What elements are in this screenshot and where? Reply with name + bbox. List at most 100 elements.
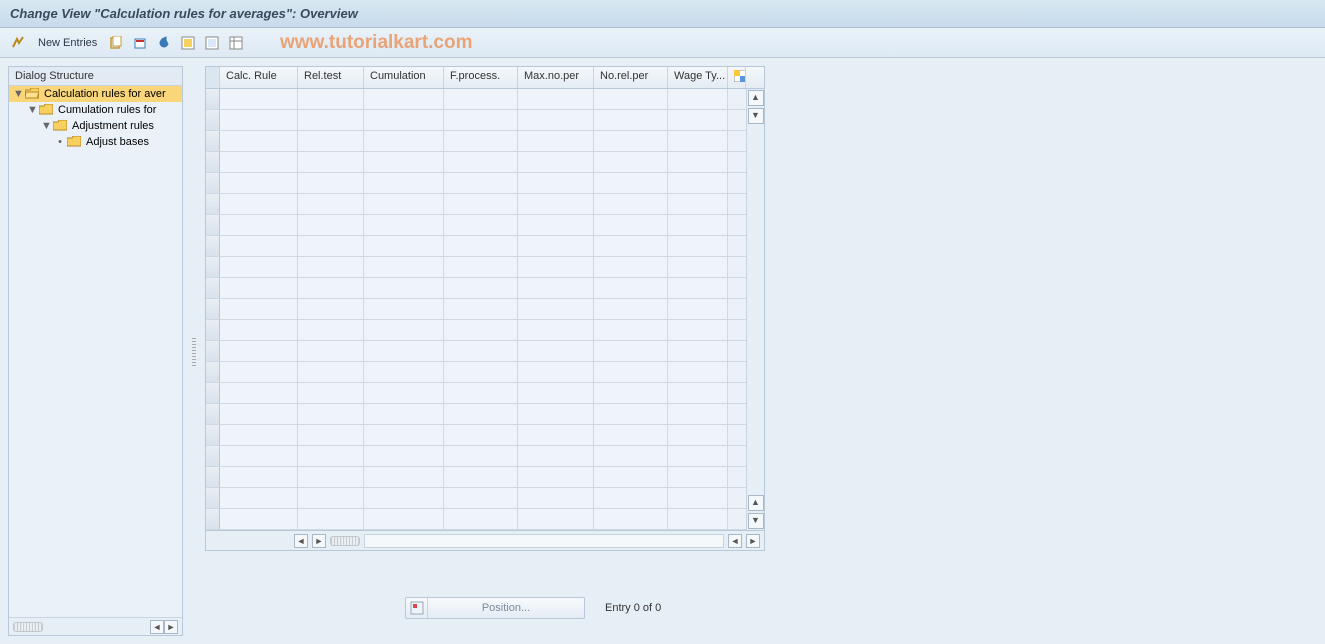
cell[interactable] [364, 257, 444, 277]
cell[interactable] [518, 341, 594, 361]
cell[interactable] [668, 467, 728, 487]
cell[interactable] [444, 320, 518, 340]
cell[interactable] [444, 215, 518, 235]
scroll-up2-icon[interactable]: ▲ [748, 495, 764, 511]
cell[interactable] [594, 383, 668, 403]
cell[interactable] [444, 110, 518, 130]
cell[interactable] [668, 446, 728, 466]
cell[interactable] [220, 488, 298, 508]
row-selector[interactable] [206, 509, 220, 529]
vscroll-track[interactable] [747, 125, 764, 494]
cell[interactable] [444, 278, 518, 298]
cell[interactable] [518, 215, 594, 235]
cell[interactable] [594, 299, 668, 319]
cell[interactable] [298, 89, 364, 109]
cell[interactable] [668, 236, 728, 256]
cell[interactable] [364, 362, 444, 382]
cell[interactable] [298, 110, 364, 130]
cell[interactable] [364, 446, 444, 466]
cell[interactable] [518, 362, 594, 382]
cell[interactable] [518, 383, 594, 403]
hscroll-track[interactable] [364, 534, 724, 548]
cell[interactable] [220, 257, 298, 277]
cell[interactable] [594, 488, 668, 508]
cell[interactable] [220, 446, 298, 466]
cell[interactable] [518, 320, 594, 340]
cell[interactable] [220, 152, 298, 172]
cell[interactable] [668, 425, 728, 445]
row-selector[interactable] [206, 320, 220, 340]
expander-icon[interactable]: ▼ [27, 104, 37, 116]
row-selector[interactable] [206, 278, 220, 298]
cell[interactable] [220, 173, 298, 193]
cell[interactable] [220, 194, 298, 214]
tree-item-3[interactable]: •Adjust bases [9, 134, 182, 150]
row-selector[interactable] [206, 425, 220, 445]
cell[interactable] [298, 509, 364, 529]
cell[interactable] [594, 509, 668, 529]
cell[interactable] [668, 89, 728, 109]
cell[interactable] [444, 299, 518, 319]
row-selector[interactable] [206, 173, 220, 193]
cell[interactable] [220, 404, 298, 424]
splitter[interactable] [191, 66, 197, 636]
cell[interactable] [298, 236, 364, 256]
cell[interactable] [668, 341, 728, 361]
cell[interactable] [594, 425, 668, 445]
row-selector[interactable] [206, 236, 220, 256]
cell[interactable] [594, 362, 668, 382]
cell[interactable] [444, 194, 518, 214]
expander-icon[interactable]: ▼ [41, 120, 51, 132]
cell[interactable] [444, 89, 518, 109]
column-header-5[interactable]: No.rel.per [594, 67, 668, 88]
cell[interactable] [220, 236, 298, 256]
cell[interactable] [220, 341, 298, 361]
cell[interactable] [444, 467, 518, 487]
cell[interactable] [298, 446, 364, 466]
select-all-icon[interactable] [179, 34, 197, 52]
cell[interactable] [594, 215, 668, 235]
cell[interactable] [518, 467, 594, 487]
cell[interactable] [668, 215, 728, 235]
cell[interactable] [668, 152, 728, 172]
row-selector[interactable] [206, 383, 220, 403]
row-selector[interactable] [206, 131, 220, 151]
cell[interactable] [518, 152, 594, 172]
cell[interactable] [220, 383, 298, 403]
cell[interactable] [518, 257, 594, 277]
cell[interactable] [668, 299, 728, 319]
cell[interactable] [364, 110, 444, 130]
cell[interactable] [364, 173, 444, 193]
cell[interactable] [668, 488, 728, 508]
cell[interactable] [220, 509, 298, 529]
cell[interactable] [220, 89, 298, 109]
cell[interactable] [364, 215, 444, 235]
row-selector[interactable] [206, 257, 220, 277]
cell[interactable] [298, 488, 364, 508]
cell[interactable] [364, 236, 444, 256]
cell[interactable] [364, 299, 444, 319]
cell[interactable] [444, 383, 518, 403]
cell[interactable] [298, 257, 364, 277]
tree-item-2[interactable]: ▼Adjustment rules [9, 118, 182, 134]
scroll-down-icon[interactable]: ▼ [748, 108, 764, 124]
column-header-3[interactable]: F.process. [444, 67, 518, 88]
row-selector[interactable] [206, 404, 220, 424]
cell[interactable] [594, 89, 668, 109]
cell[interactable] [518, 509, 594, 529]
cell[interactable] [594, 404, 668, 424]
cell[interactable] [668, 320, 728, 340]
cell[interactable] [668, 173, 728, 193]
cell[interactable] [444, 362, 518, 382]
row-selector[interactable] [206, 446, 220, 466]
cell[interactable] [298, 341, 364, 361]
position-button[interactable]: Position... [405, 597, 585, 619]
cell[interactable] [668, 509, 728, 529]
cell[interactable] [594, 236, 668, 256]
cell[interactable] [518, 488, 594, 508]
hscroll-left[interactable]: ◄ [294, 534, 308, 548]
cell[interactable] [298, 320, 364, 340]
cell[interactable] [594, 278, 668, 298]
cell[interactable] [594, 131, 668, 151]
cell[interactable] [364, 131, 444, 151]
